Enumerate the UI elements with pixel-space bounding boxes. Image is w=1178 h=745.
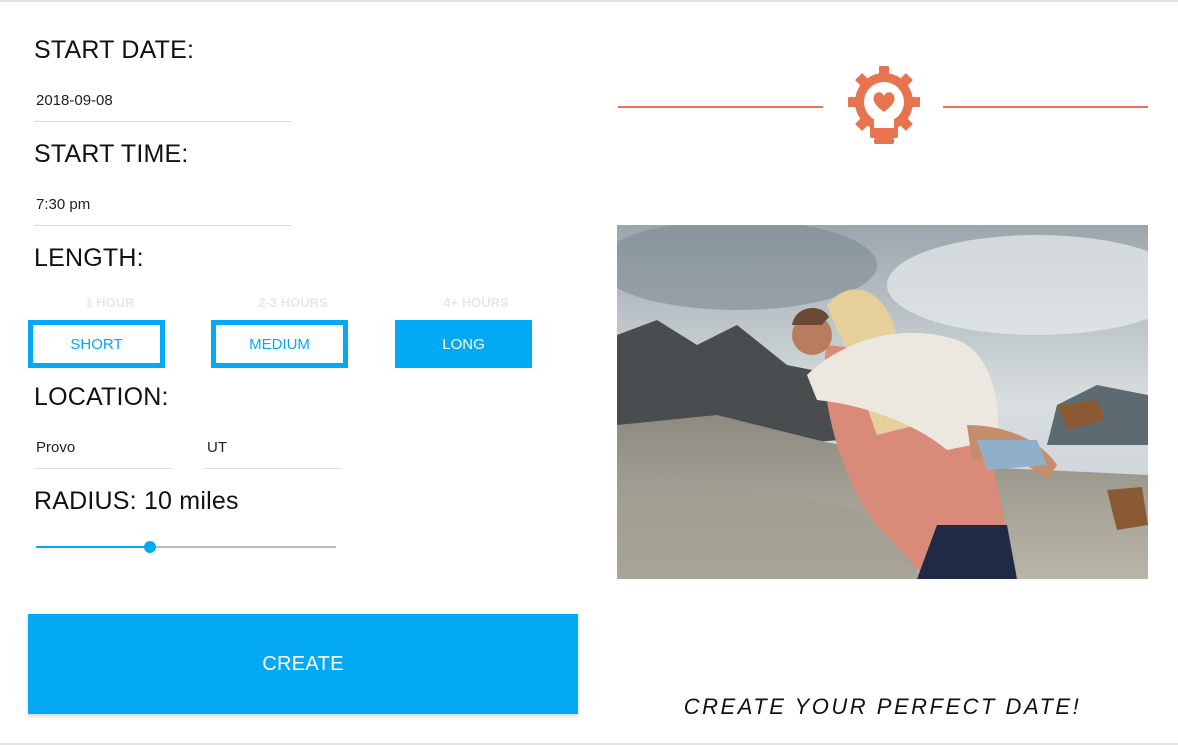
radius-slider[interactable]	[36, 540, 336, 554]
length-caption-medium: 2-3 HOURS	[258, 295, 328, 310]
length-medium-button[interactable]: MEDIUM	[211, 320, 348, 368]
length-caption-long: 4+ HOURS	[443, 295, 509, 310]
radius-slider-fill	[36, 546, 150, 548]
date-form: START DATE: START TIME: LENGTH: 1 HOUR 2…	[0, 0, 600, 745]
create-button-label: CREATE	[262, 652, 344, 675]
logo-divider-right	[943, 106, 1148, 108]
length-long-label: LONG	[442, 335, 485, 353]
state-field[interactable]	[205, 439, 342, 469]
length-caption-short: 1 HOUR	[85, 295, 135, 310]
length-medium-label: MEDIUM	[249, 335, 310, 353]
start-time-field[interactable]	[34, 196, 292, 226]
length-long-button[interactable]: LONG	[395, 320, 532, 368]
start-date-input[interactable]	[36, 92, 290, 109]
state-input[interactable]	[207, 439, 340, 456]
gear-lightbulb-heart-icon	[846, 66, 922, 148]
radius-label: RADIUS: 10 miles	[34, 487, 239, 515]
start-date-label: START DATE:	[34, 36, 195, 64]
start-date-field[interactable]	[34, 92, 292, 122]
start-time-input[interactable]	[36, 196, 290, 213]
radius-slider-thumb[interactable]	[144, 541, 156, 553]
create-button[interactable]: CREATE	[28, 614, 578, 714]
location-label: LOCATION:	[34, 383, 169, 411]
couple-embracing-mountain-photo	[617, 225, 1148, 579]
tagline: CREATE YOUR PERFECT DATE!	[683, 694, 1082, 719]
city-field[interactable]	[34, 439, 171, 469]
city-input[interactable]	[36, 439, 169, 456]
logo-divider-left	[618, 106, 823, 108]
length-short-button[interactable]: SHORT	[28, 320, 165, 368]
start-time-label: START TIME:	[34, 140, 189, 168]
length-label: LENGTH:	[34, 244, 144, 272]
length-short-label: SHORT	[70, 335, 123, 353]
